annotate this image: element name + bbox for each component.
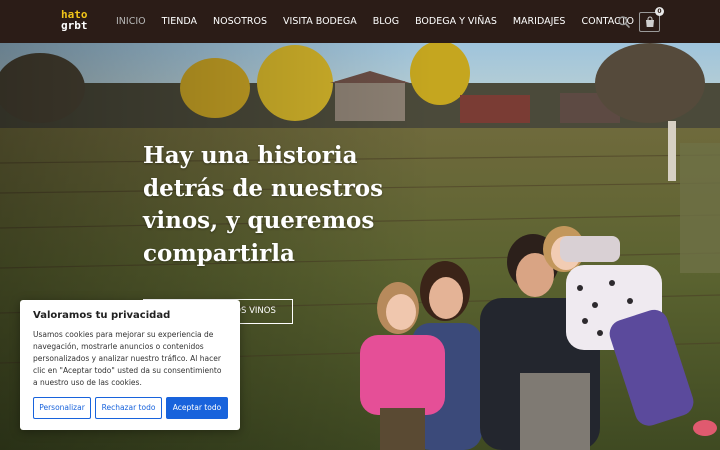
nav-item-tienda[interactable]: Tienda: [154, 16, 205, 27]
cookie-customize-button[interactable]: Personalizar: [33, 397, 91, 419]
nav-item-contacto[interactable]: Contacto: [573, 16, 642, 27]
nav-item-maridajes[interactable]: Maridajes: [505, 16, 574, 27]
nav-item-blog[interactable]: Blog: [365, 16, 407, 27]
cookie-accept-button[interactable]: Aceptar todo: [166, 397, 228, 419]
nav-item-inicio[interactable]: Inicio: [108, 16, 154, 27]
cookie-title: Valoramos tu privacidad: [33, 310, 171, 321]
nav-item-visita-bodega[interactable]: Visita Bodega: [275, 16, 365, 27]
logo-line-2: grbt: [61, 19, 88, 32]
cookie-buttons: Personalizar Rechazar todo Aceptar todo: [33, 397, 228, 419]
site-header: hato grbt Inicio Tienda Nosotros Visita …: [0, 0, 720, 43]
nav-item-nosotros[interactable]: Nosotros: [205, 16, 275, 27]
cookie-consent-dialog: Valoramos tu privacidad Usamos cookies p…: [20, 300, 240, 430]
nav-item-bodega-vinas[interactable]: Bodega y Viñas: [407, 16, 505, 27]
site-logo[interactable]: hato grbt: [61, 9, 89, 35]
cart-button[interactable]: 0: [639, 7, 664, 32]
cart-icon: [646, 16, 654, 27]
search-icon[interactable]: [617, 14, 631, 28]
cookie-reject-button[interactable]: Rechazar todo: [95, 397, 162, 419]
main-nav: Inicio Tienda Nosotros Visita Bodega Blo…: [108, 0, 642, 43]
cookie-text: Usamos cookies para mejorar su experienc…: [33, 330, 222, 387]
cart-count-badge: 0: [655, 7, 664, 16]
hero-title: Hay una historia detrás de nuestros vino…: [143, 142, 384, 267]
